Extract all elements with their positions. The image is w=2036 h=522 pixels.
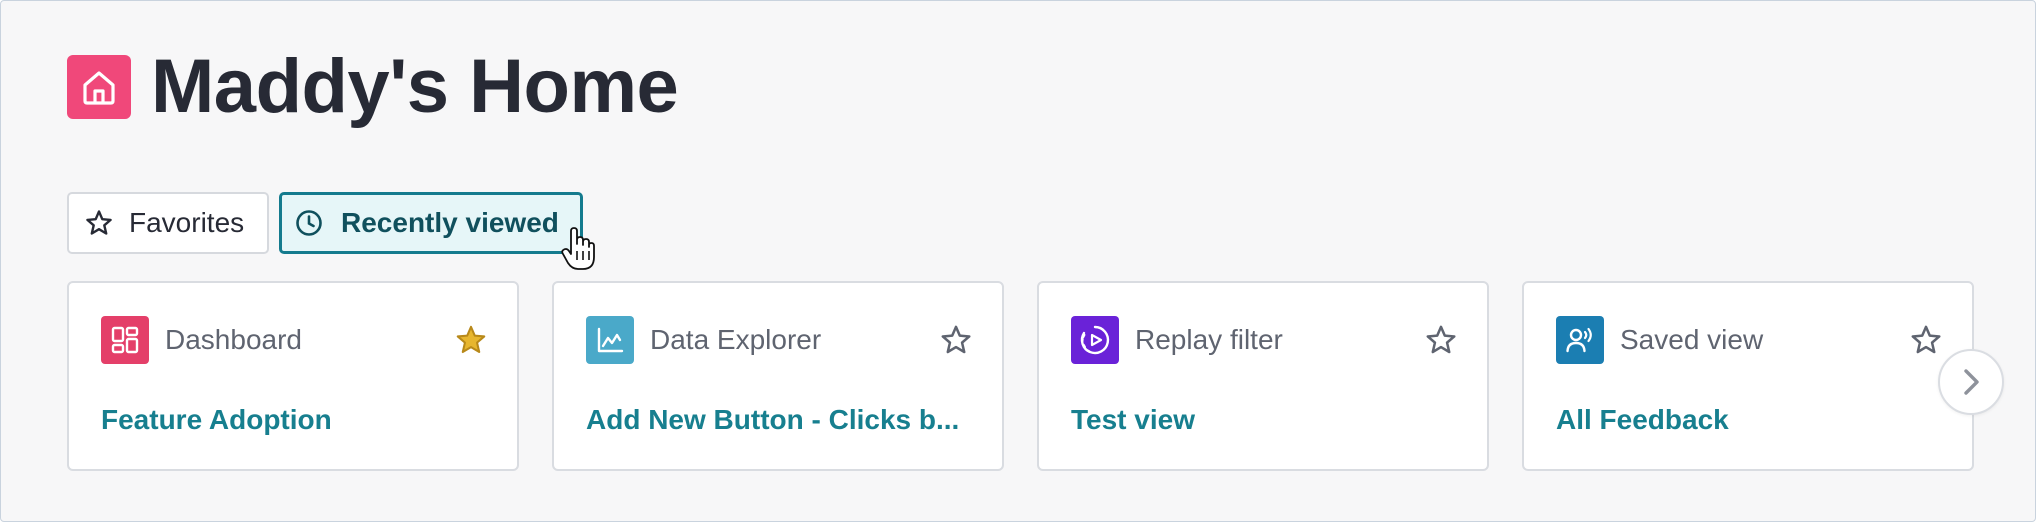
tab-recently-viewed[interactable]: Recently viewed — [279, 192, 583, 254]
star-outline-icon — [85, 209, 113, 237]
home-icon — [67, 55, 131, 119]
star-outline-icon[interactable] — [1425, 324, 1457, 356]
recent-item-card[interactable]: Saved view All Feedback — [1522, 281, 1974, 471]
item-title-link[interactable]: All Feedback — [1556, 403, 1946, 437]
carousel-next-button[interactable] — [1938, 349, 2004, 415]
page-header: Maddy's Home — [67, 44, 679, 129]
tab-favorites[interactable]: Favorites — [67, 192, 269, 254]
item-title-link[interactable]: Test view — [1071, 403, 1461, 437]
home-page: Maddy's Home Favorites Recently viewed D… — [0, 0, 2036, 522]
item-type-label: Saved view — [1620, 324, 1764, 355]
chart-icon — [586, 316, 634, 364]
star-outline-icon[interactable] — [1910, 324, 1942, 356]
chevron-right-icon — [1956, 367, 1986, 397]
item-title-link[interactable]: Add New Button - Clicks b... — [586, 403, 976, 437]
tab-favorites-label: Favorites — [129, 207, 245, 238]
item-type-label: Replay filter — [1135, 324, 1283, 355]
hand-pointer-cursor-icon — [561, 227, 595, 271]
dashboard-icon — [101, 316, 149, 364]
feedback-user-icon — [1556, 316, 1604, 364]
page-title: Maddy's Home — [151, 44, 679, 129]
clock-icon — [295, 209, 323, 237]
item-type-label: Dashboard — [165, 324, 302, 355]
item-title-link[interactable]: Feature Adoption — [101, 403, 491, 437]
home-tabs: Favorites Recently viewed — [67, 192, 583, 254]
replay-icon — [1071, 316, 1119, 364]
recent-item-card[interactable]: Data Explorer Add New Button - Clicks b.… — [552, 281, 1004, 471]
star-outline-icon[interactable] — [940, 324, 972, 356]
recent-item-card[interactable]: Dashboard Feature Adoption — [67, 281, 519, 471]
item-type-label: Data Explorer — [650, 324, 822, 355]
tab-recently-viewed-label: Recently viewed — [341, 207, 559, 238]
recent-item-card[interactable]: Replay filter Test view — [1037, 281, 1489, 471]
star-filled-icon[interactable] — [455, 324, 487, 356]
